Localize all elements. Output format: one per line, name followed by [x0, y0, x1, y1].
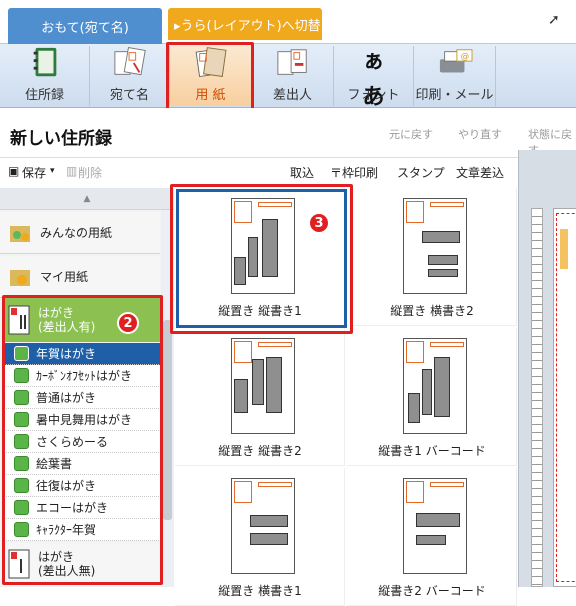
- annotation-marker-2: 2: [117, 312, 139, 334]
- sender-icon: [276, 49, 307, 75]
- postcard-sheet-preview[interactable]: [553, 208, 576, 587]
- page-title: 新しい住所録: [10, 129, 112, 149]
- ribbon-label: 宛て名: [109, 88, 149, 103]
- ribbon-print-mail-button[interactable]: @ 印刷・メール: [414, 46, 496, 106]
- ribbon-label: 差出人: [272, 88, 312, 103]
- scrollbar-thumb[interactable]: [163, 320, 172, 520]
- postcard-preview: [403, 478, 467, 574]
- preview-pane: [518, 150, 576, 587]
- folder-label: みんなの用紙: [40, 226, 113, 240]
- save-button[interactable]: 保存: [22, 164, 46, 181]
- layout-tile-vertical-2[interactable]: 縦置き 縦書き2: [175, 328, 345, 466]
- postcard-preview: [231, 478, 295, 574]
- mouse-cursor-icon: ➚: [548, 12, 560, 28]
- text-insert-button[interactable]: 文章差込: [456, 164, 504, 181]
- scroll-up-button[interactable]: ▲: [0, 188, 174, 210]
- address-card-icon: [113, 46, 146, 76]
- layout-caption: 縦置き 縦書き2: [218, 444, 302, 458]
- undo-button[interactable]: 元に戻す: [389, 126, 433, 142]
- layout-tile-vertical-1-barcode[interactable]: 縦書き1 バーコード: [347, 328, 517, 466]
- shared-folder-icon: [10, 225, 30, 242]
- layout-tile-horizontal-2[interactable]: 縦置き 横書き2: [347, 188, 517, 326]
- font-icon: ぁあ: [362, 49, 385, 110]
- delete-button[interactable]: 削除: [78, 164, 102, 181]
- redo-button[interactable]: やり直す: [458, 126, 502, 142]
- vertical-ruler: [531, 208, 543, 587]
- printer-mail-icon: @: [439, 49, 472, 73]
- trash-icon: ▥: [66, 164, 78, 178]
- layout-caption: 縦置き 横書き1: [218, 584, 302, 598]
- postcard-preview: [403, 338, 467, 434]
- import-button[interactable]: 取込: [290, 164, 314, 181]
- layout-caption: 縦置き 横書き2: [390, 304, 474, 318]
- layout-caption: 縦書き1 バーコード: [378, 444, 486, 458]
- ribbon-label: 印刷・メール: [415, 88, 494, 103]
- layout-caption: 縦書き2 バーコード: [378, 584, 486, 598]
- postal-frame-print-button[interactable]: 〒枠印刷: [330, 164, 378, 181]
- annotation-box-paper-list: [2, 295, 163, 585]
- toolbar: ▣ 保存 ▾ ▥ 削除 取込 〒枠印刷 スタンプ 文章差込: [0, 158, 576, 184]
- tab-strip: おもて(宛て名) ▸うら(レイアウト)へ切替 ➚: [0, 0, 576, 44]
- svg-text:@: @: [460, 52, 469, 62]
- folder-shared-papers[interactable]: みんなの用紙: [0, 212, 160, 254]
- ribbon-font-button[interactable]: ぁあ フォント: [334, 46, 414, 110]
- ribbon: 住所録 宛て名 用 紙 差出人 ぁあ フォント @ 印刷・メール: [0, 44, 576, 110]
- stamp-button[interactable]: スタンプ: [397, 164, 445, 181]
- ribbon-label: 住所録: [24, 88, 64, 103]
- folder-label: マイ用紙: [40, 270, 89, 284]
- annotation-marker-3: 3: [308, 212, 330, 234]
- layout-tile-vertical-2-barcode[interactable]: 縦書き2 バーコード: [347, 468, 517, 606]
- postcard-preview: [403, 198, 467, 294]
- ribbon-address-book-button[interactable]: 住所録: [0, 46, 90, 106]
- postcard-preview: [231, 338, 295, 434]
- ribbon-label: フォント: [347, 88, 400, 103]
- ribbon-address-button[interactable]: 宛て名: [90, 46, 170, 106]
- layout-tile-horizontal-1[interactable]: 縦置き 横書き1: [175, 468, 345, 606]
- save-dropdown-icon[interactable]: ▾: [50, 166, 55, 176]
- annotation-box-paper: [166, 42, 254, 112]
- address-book-header: 新しい住所録 元に戻す やり直す 状態に戻す: [0, 108, 576, 158]
- ribbon-sender-button[interactable]: 差出人: [252, 46, 334, 106]
- annotation-box-layout: [170, 184, 353, 334]
- my-folder-icon: [10, 269, 30, 286]
- save-icon: ▣: [8, 164, 20, 178]
- tab-switch-layout[interactable]: ▸うら(レイアウト)へ切替: [168, 8, 322, 40]
- address-book-icon: [33, 47, 56, 77]
- folder-my-papers[interactable]: マイ用紙: [0, 256, 160, 298]
- tab-front-address[interactable]: おもて(宛て名): [8, 8, 162, 44]
